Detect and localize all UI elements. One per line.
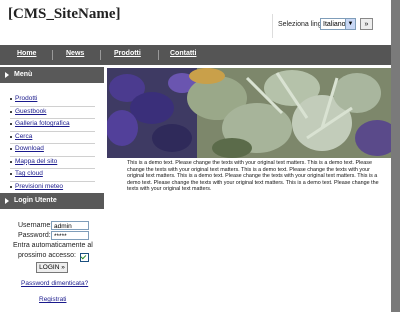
username-field[interactable]: admin: [51, 221, 89, 230]
hero-image: [107, 68, 391, 158]
sidebar-item-download[interactable]: Download: [10, 144, 95, 157]
menu-header: Menù: [0, 67, 104, 83]
sidebar-item-prodotti[interactable]: Prodotti: [10, 94, 95, 107]
nav-contatti[interactable]: Contatti: [170, 50, 196, 57]
forgot-password-link[interactable]: Password dimenticata?: [21, 280, 88, 287]
sidebar-item-cerca[interactable]: Cerca: [10, 132, 95, 144]
scrollbar-track[interactable]: [391, 0, 400, 312]
main-nav: Home News Prodotti Contatti: [0, 45, 391, 65]
language-go-button[interactable]: »: [360, 18, 373, 30]
nav-separator: [100, 50, 101, 60]
chevron-down-icon: ▼: [345, 19, 355, 29]
plants-photo: [107, 68, 391, 158]
page-frame: [CMS_SiteName] Seleziona lingua: Italian…: [0, 0, 391, 312]
sidebar-item-guestbook[interactable]: Guestbook: [10, 107, 95, 119]
menu-title: Menù: [14, 71, 33, 78]
language-select[interactable]: Italiano ▼: [320, 18, 356, 30]
sidebar-menu: Prodotti Guestbook Galleria fotografica …: [10, 94, 95, 194]
register-link[interactable]: Registrati: [39, 296, 66, 303]
password-label: Password:: [18, 232, 51, 239]
password-field[interactable]: *****: [51, 231, 89, 240]
remember-label-line2: prossimo accesso:: [18, 252, 76, 259]
remember-label-line1: Entra automaticamente al: [13, 242, 93, 249]
sidebar-item-tagcloud[interactable]: Tag cloud: [10, 169, 95, 182]
site-title: [CMS_SiteName]: [8, 6, 121, 22]
arrow-right-icon: [5, 198, 9, 204]
arrow-right-icon: [5, 72, 9, 78]
content-text: This is a demo text. Please change the t…: [127, 160, 379, 192]
login-title: Login Utente: [14, 197, 57, 204]
nav-home[interactable]: Home: [17, 50, 36, 57]
login-header: Login Utente: [0, 193, 104, 209]
username-label: Username:: [18, 222, 53, 229]
sidebar-item-mappa[interactable]: Mappa del sito: [10, 157, 95, 169]
nav-separator: [52, 50, 53, 60]
nav-news[interactable]: News: [66, 50, 84, 57]
language-select-value: Italiano: [323, 21, 346, 28]
nav-separator: [158, 50, 159, 60]
nav-prodotti[interactable]: Prodotti: [114, 50, 141, 57]
remember-checkbox[interactable]: [80, 253, 89, 262]
login-button[interactable]: LOGIN »: [36, 262, 68, 273]
sidebar-item-galleria[interactable]: Galleria fotografica: [10, 119, 95, 132]
